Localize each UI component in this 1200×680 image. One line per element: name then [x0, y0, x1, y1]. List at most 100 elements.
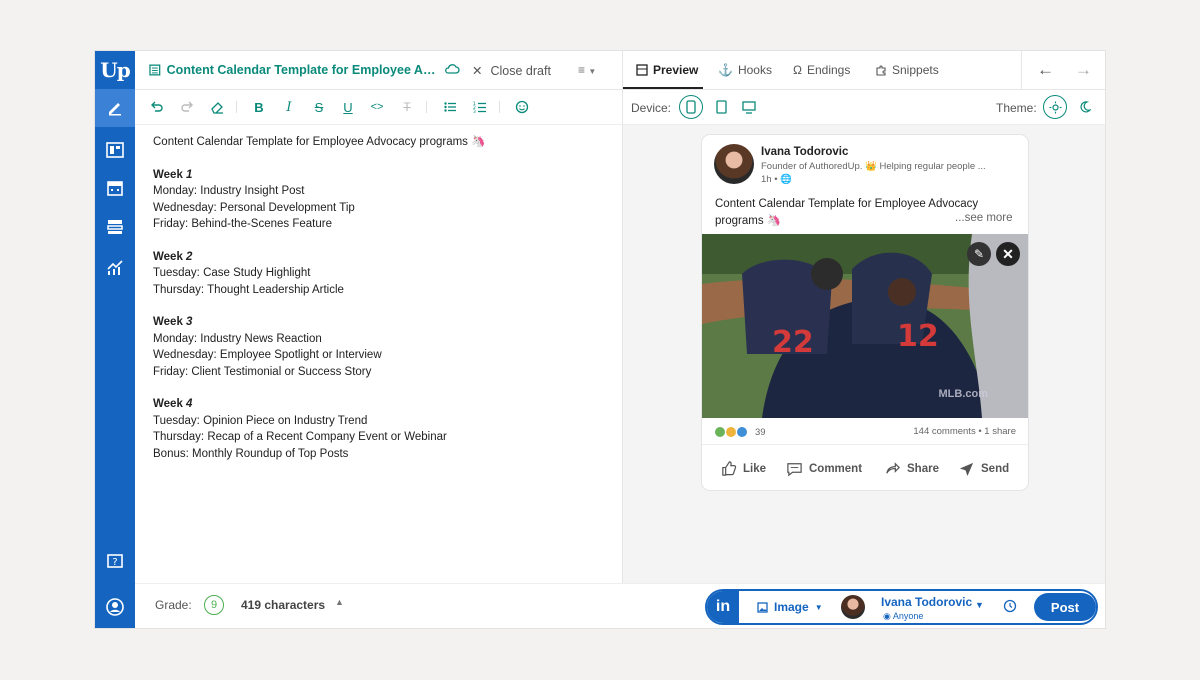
- eraser-icon[interactable]: [209, 99, 225, 115]
- editor-content[interactable]: Content Calendar Template for Employee A…: [153, 134, 485, 462]
- layout-icon[interactable]: [95, 131, 135, 169]
- undo-icon[interactable]: [149, 99, 165, 115]
- italic-icon[interactable]: I: [281, 99, 297, 115]
- desktop-device-icon[interactable]: [737, 95, 761, 119]
- close-draft-button[interactable]: ✕ Close draft: [472, 63, 551, 79]
- see-more-link[interactable]: ...see more: [955, 212, 1013, 224]
- schedule-line: Tuesday: Case Study Highlight: [153, 267, 311, 280]
- week-heading: Week 4: [153, 398, 193, 411]
- image-watermark: MLB.com: [938, 388, 989, 400]
- dark-theme-icon[interactable]: [1073, 95, 1097, 119]
- tab-label: Hooks: [737, 63, 772, 77]
- globe-icon: 🌐: [780, 174, 793, 185]
- close-icon: ✕: [472, 64, 483, 78]
- reaction-count: 39: [755, 426, 766, 438]
- preview-icon: [636, 64, 648, 76]
- week-heading: Week 1: [153, 168, 193, 181]
- post-image: 22 12 ✎ ✕ MLB.com: [702, 234, 1028, 418]
- chevron-down-icon[interactable]: ▼: [975, 600, 984, 610]
- preview-pane: Preview ⚓ Hooks Ω Endings Snippets ← → D…: [622, 51, 1105, 583]
- avatar: [714, 144, 754, 184]
- action-label: Share: [907, 462, 939, 475]
- edit-image-icon[interactable]: ✎: [967, 242, 991, 266]
- comment-button[interactable]: Comment: [786, 460, 862, 477]
- editor-header: Content Calendar Template for Employee A…: [135, 51, 622, 90]
- device-theme-bar: Device: Theme:: [623, 90, 1105, 125]
- linkedin-icon[interactable]: in: [707, 591, 739, 623]
- theme-label: Theme:: [996, 101, 1037, 115]
- publish-bar: in Image ▼ Ivana Todorovic ◉ Anyone ▼ Po…: [705, 589, 1098, 625]
- light-theme-icon[interactable]: [1043, 95, 1067, 119]
- doc-title-text: Content Calendar Template for Employee A…: [166, 63, 439, 77]
- bold-icon[interactable]: B: [251, 99, 267, 115]
- like-reaction-icon: [736, 426, 748, 438]
- schedule-line: Wednesday: Personal Development Tip: [153, 201, 355, 214]
- like-button[interactable]: Like: [720, 460, 766, 477]
- schedule-line: Wednesday: Employee Spotlight or Intervi…: [153, 349, 382, 362]
- redo-icon[interactable]: [179, 99, 195, 115]
- tab-preview[interactable]: Preview: [636, 63, 698, 77]
- library-icon[interactable]: [95, 208, 135, 246]
- calendar-icon[interactable]: [95, 169, 135, 207]
- code-icon[interactable]: <>: [369, 99, 385, 115]
- forward-arrow-icon[interactable]: →: [1075, 60, 1092, 80]
- document-icon: [149, 64, 161, 76]
- analytics-icon[interactable]: [95, 248, 135, 286]
- media-type-selector[interactable]: Image ▼: [757, 600, 823, 614]
- mobile-device-icon[interactable]: [679, 95, 703, 119]
- grade-badge[interactable]: 9: [204, 595, 224, 615]
- active-tab-indicator: [623, 87, 703, 89]
- globe-icon: ◉: [883, 611, 891, 621]
- chevron-up-icon[interactable]: ▲: [335, 597, 344, 607]
- visibility[interactable]: ◉ Anyone: [883, 611, 923, 622]
- comments-shares[interactable]: 144 comments • 1 share: [913, 426, 1016, 437]
- schedule-line: Thursday: Recap of a Recent Company Even…: [153, 431, 447, 444]
- schedule-line: Friday: Behind-the-Scenes Feature: [153, 218, 332, 231]
- menu-button[interactable]: ≡ ▼: [578, 63, 596, 77]
- post-time: 1h • 🌐: [761, 174, 793, 185]
- edit-icon[interactable]: [95, 89, 135, 127]
- remove-image-icon[interactable]: ✕: [996, 242, 1020, 266]
- emoji-icon[interactable]: [514, 99, 530, 115]
- format-toolbar: B I S U <> T 123: [135, 90, 622, 125]
- help-icon[interactable]: ?: [95, 543, 135, 581]
- send-button[interactable]: Send: [958, 460, 1009, 477]
- schedule-line: Thursday: Thought Leadership Article: [153, 283, 344, 296]
- like-icon: [722, 461, 737, 476]
- user-icon[interactable]: [95, 588, 135, 626]
- tab-endings[interactable]: Ω Endings: [793, 63, 850, 77]
- share-button[interactable]: Share: [884, 460, 939, 477]
- schedule-line: Monday: Industry Insight Post: [153, 185, 305, 198]
- svg-text:22: 22: [772, 325, 814, 360]
- bullet-list-icon[interactable]: [442, 99, 458, 115]
- tab-hooks[interactable]: ⚓ Hooks: [718, 63, 772, 77]
- week-heading: Week 2: [153, 250, 193, 263]
- logo-text: Up: [100, 58, 130, 82]
- numbered-list-icon[interactable]: 123: [472, 99, 488, 115]
- strikethrough-icon[interactable]: S: [311, 99, 327, 115]
- underline-icon[interactable]: U: [340, 99, 356, 115]
- send-icon: [959, 462, 974, 477]
- comment-icon: [787, 463, 802, 477]
- back-arrow-icon[interactable]: ←: [1037, 60, 1054, 80]
- tablet-device-icon[interactable]: [709, 95, 733, 119]
- post-button[interactable]: Post: [1034, 593, 1096, 621]
- anchor-icon: ⚓: [718, 63, 733, 77]
- schedule-line: Bonus: Monthly Roundup of Top Posts: [153, 447, 349, 460]
- schedule-clock-icon[interactable]: [1003, 599, 1017, 613]
- close-draft-label: Close draft: [490, 63, 551, 78]
- action-label: Send: [981, 462, 1010, 475]
- action-label: Comment: [809, 462, 863, 475]
- clear-format-icon[interactable]: T: [399, 99, 415, 115]
- schedule-line: Tuesday: Opinion Piece on Industry Trend: [153, 414, 368, 427]
- doc-title[interactable]: Content Calendar Template for Employee A…: [149, 63, 439, 77]
- media-type-label: Image: [774, 600, 809, 614]
- app-logo[interactable]: Up: [95, 51, 135, 89]
- reactions[interactable]: 39: [714, 426, 766, 438]
- puzzle-icon: [876, 65, 886, 76]
- week-heading: Week 3: [153, 316, 193, 329]
- grade-label: Grade:: [155, 598, 192, 612]
- device-label: Device:: [631, 101, 672, 115]
- tab-snippets[interactable]: Snippets: [875, 63, 939, 77]
- account-name[interactable]: Ivana Todorovic: [881, 595, 972, 609]
